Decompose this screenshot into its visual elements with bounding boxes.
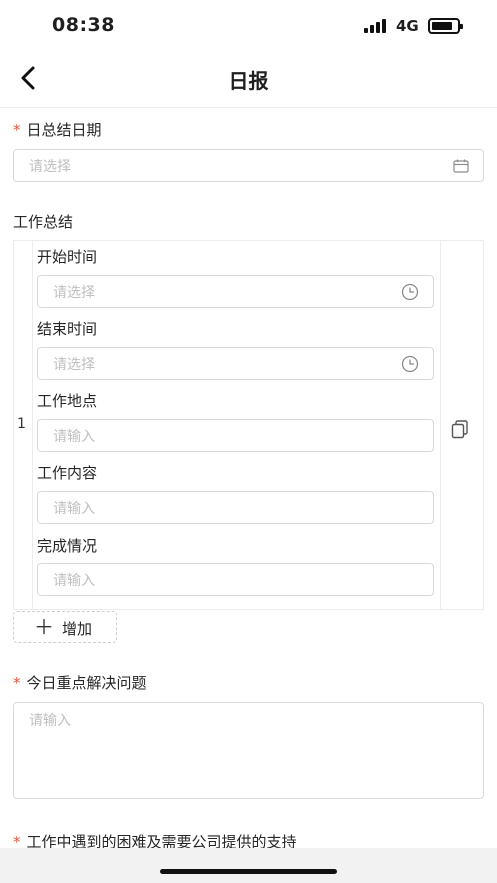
required-mark: * bbox=[13, 121, 21, 139]
copy-icon[interactable] bbox=[451, 420, 469, 440]
location-input[interactable]: 请输入 bbox=[37, 419, 434, 452]
bottom-safe-area bbox=[0, 848, 497, 883]
start-time-placeholder: 请选择 bbox=[53, 284, 95, 301]
clock-icon bbox=[401, 283, 419, 300]
add-row-button[interactable]: ＋ 增加 bbox=[13, 611, 117, 643]
completion-input[interactable]: 请输入 bbox=[37, 563, 434, 596]
clock-icon bbox=[401, 355, 419, 372]
calendar-icon bbox=[453, 159, 469, 173]
start-time-picker[interactable]: 请选择 bbox=[37, 275, 434, 308]
nav-bar: 日报 bbox=[0, 50, 497, 108]
key-issues-placeholder: 请输入 bbox=[29, 713, 71, 729]
page-title: 日报 bbox=[228, 69, 269, 93]
content-placeholder: 请输入 bbox=[53, 500, 95, 517]
end-time-picker[interactable]: 请选择 bbox=[37, 347, 434, 380]
end-time-label: 结束时间 bbox=[37, 320, 98, 338]
plus-icon: ＋ bbox=[34, 615, 54, 639]
end-time-placeholder: 请选择 bbox=[53, 356, 95, 373]
status-bar: 08:38 4G bbox=[0, 0, 497, 50]
signal-icon bbox=[364, 19, 388, 33]
completion-label: 完成情况 bbox=[37, 537, 98, 555]
key-issues-textarea[interactable]: 请输入 bbox=[13, 702, 484, 799]
content-label: 工作内容 bbox=[37, 464, 98, 482]
completion-placeholder: 请输入 bbox=[53, 572, 95, 589]
location-label: 工作地点 bbox=[37, 392, 98, 410]
network-type: 4G bbox=[396, 17, 419, 35]
status-time: 08:38 bbox=[52, 14, 115, 36]
home-indicator[interactable] bbox=[160, 869, 337, 874]
row-index: 1 bbox=[17, 416, 26, 432]
summary-date-placeholder: 请选择 bbox=[29, 158, 71, 175]
location-placeholder: 请输入 bbox=[53, 428, 95, 445]
start-time-label: 开始时间 bbox=[37, 248, 98, 266]
content-input[interactable]: 请输入 bbox=[37, 491, 434, 524]
work-summary-label: 工作总结 bbox=[13, 213, 74, 231]
battery-icon bbox=[428, 18, 463, 34]
required-mark: * bbox=[13, 674, 21, 692]
key-issues-label: * 今日重点解决问题 bbox=[13, 674, 147, 692]
summary-date-picker[interactable]: 请选择 bbox=[13, 149, 484, 182]
summary-date-label: * 日总结日期 bbox=[13, 121, 102, 139]
add-row-label: 增加 bbox=[62, 620, 93, 638]
